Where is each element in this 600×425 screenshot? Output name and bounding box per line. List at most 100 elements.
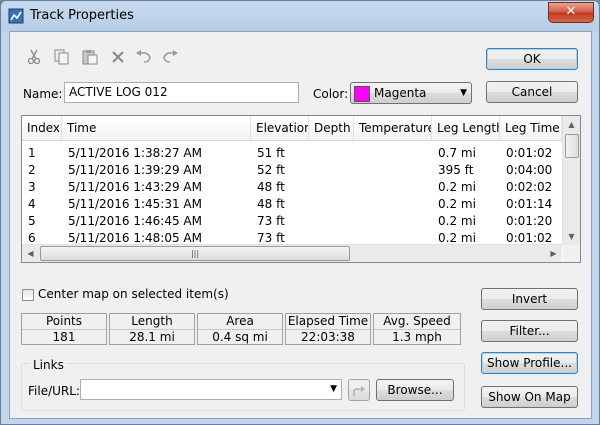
cell-time: 5/11/2016 1:46:45 AM <box>68 214 202 228</box>
cell-depth <box>309 179 354 196</box>
cell-temperature <box>354 145 432 162</box>
column-header-leg-time[interactable]: Leg Time <box>500 116 562 140</box>
show-profile-button[interactable]: Show Profile... <box>481 352 578 374</box>
column-header-temperature[interactable]: Temperature <box>354 116 432 140</box>
browse-button[interactable]: Browse... <box>376 379 454 401</box>
table-row[interactable]: 2 5/11/2016 1:39:29 AM 52 ft 395 ft 0:04:00 <box>22 162 562 179</box>
cell-leg-time: 0:01:14 <box>506 197 553 211</box>
go-arrow-icon <box>353 386 365 396</box>
stat-length: Length 28.1 mi <box>109 313 195 345</box>
scroll-right-icon[interactable]: ▶ <box>545 245 562 262</box>
cell-leg-length: 0.2 mi <box>438 214 476 228</box>
cell-leg-time: 0:02:02 <box>506 180 553 194</box>
cell-index: 5 <box>28 214 36 228</box>
table-row[interactable]: 4 5/11/2016 1:45:31 AM 48 ft 0.2 mi 0:01:14 <box>22 196 562 213</box>
title-bar[interactable]: Track Properties ✕ <box>1 1 599 31</box>
stat-header: Area <box>198 314 282 330</box>
stat-value: 1.3 mph <box>392 330 442 344</box>
column-header-time[interactable]: Time <box>62 116 251 140</box>
stat-header: Length <box>110 314 194 330</box>
table-header: Index Time Elevation Depth Temperature L… <box>22 116 562 141</box>
cell-leg-time: 0:04:00 <box>506 163 553 177</box>
table-row[interactable]: 5 5/11/2016 1:46:45 AM 73 ft 0.2 mi 0:01:20 <box>22 213 562 230</box>
cell-elevation: 51 ft <box>257 146 285 160</box>
file-url-input[interactable]: ▼ <box>80 379 342 400</box>
cell-elevation: 48 ft <box>257 180 285 194</box>
cell-elevation: 48 ft <box>257 197 285 211</box>
undo-icon[interactable] <box>134 49 154 69</box>
window-title: Track Properties <box>30 8 134 23</box>
cell-leg-time: 0:01:20 <box>506 214 553 228</box>
stat-elapsed-time: Elapsed Time 22:03:38 <box>285 313 371 345</box>
cell-index: 4 <box>28 197 36 211</box>
stat-value: 0.4 sq mi <box>212 330 268 344</box>
cell-leg-length: 0.2 mi <box>438 180 476 194</box>
open-link-button[interactable] <box>348 379 370 401</box>
name-label: Name: <box>23 87 63 101</box>
center-map-checkbox[interactable] <box>22 289 34 301</box>
cell-temperature <box>354 179 432 196</box>
track-statistics: Points 181 Length 28.1 mi Area 0.4 sq mi… <box>21 313 469 345</box>
cell-depth <box>309 196 354 213</box>
cell-elevation: 73 ft <box>257 214 285 228</box>
cell-time: 5/11/2016 1:43:29 AM <box>68 180 202 194</box>
stat-value: 22:03:38 <box>301 330 355 344</box>
table-row[interactable]: 1 5/11/2016 1:38:27 AM 51 ft 0.7 mi 0:01:02 <box>22 145 562 162</box>
horizontal-scrollbar[interactable]: ◀ ||| ▶ <box>22 244 562 262</box>
track-app-icon <box>8 8 24 24</box>
invert-button[interactable]: Invert <box>481 288 578 310</box>
cell-index: 3 <box>28 180 36 194</box>
stat-value: 181 <box>52 330 76 344</box>
stat-avg-speed: Avg. Speed 1.3 mph <box>373 313 461 345</box>
cell-index: 2 <box>28 163 36 177</box>
stat-area: Area 0.4 sq mi <box>197 313 283 345</box>
cell-leg-length: 395 ft <box>438 163 474 177</box>
cell-temperature <box>354 213 432 230</box>
redo-icon[interactable] <box>160 49 180 69</box>
file-url-dropdown-icon[interactable]: ▼ <box>330 381 337 398</box>
links-group-label: Links <box>30 358 67 372</box>
cell-elevation: 52 ft <box>257 163 285 177</box>
stat-header: Points <box>22 314 106 330</box>
cell-time: 5/11/2016 1:38:27 AM <box>68 146 202 160</box>
color-label: Color: <box>313 87 349 101</box>
cell-temperature <box>354 196 432 213</box>
cell-leg-length: 0.7 mi <box>438 146 476 160</box>
stat-header: Avg. Speed <box>374 314 460 330</box>
cell-time: 5/11/2016 1:39:29 AM <box>68 163 202 177</box>
chevron-down-icon: ▼ <box>460 88 467 98</box>
paste-icon[interactable] <box>80 49 100 69</box>
copy-icon[interactable] <box>52 49 72 69</box>
cancel-button[interactable]: Cancel <box>486 81 578 103</box>
vertical-scroll-thumb[interactable] <box>565 134 579 158</box>
column-header-leg-length[interactable]: Leg Length <box>432 116 500 140</box>
cell-time: 5/11/2016 1:45:31 AM <box>68 197 202 211</box>
scroll-left-icon[interactable]: ◀ <box>22 245 39 262</box>
color-dropdown[interactable]: Magenta ▼ <box>350 82 472 104</box>
track-points-table[interactable]: Index Time Elevation Depth Temperature L… <box>21 115 581 263</box>
delete-icon[interactable] <box>108 49 128 69</box>
column-header-index[interactable]: Index <box>22 116 62 140</box>
name-input[interactable]: ACTIVE LOG 012 <box>64 82 299 103</box>
scroll-up-icon[interactable]: ▲ <box>563 116 580 133</box>
show-on-map-button[interactable]: Show On Map <box>481 386 578 408</box>
ok-button[interactable]: OK <box>486 48 578 70</box>
center-map-label: Center map on selected item(s) <box>38 287 229 301</box>
cell-depth <box>309 145 354 162</box>
horizontal-scroll-thumb[interactable]: ||| <box>40 246 350 261</box>
filter-button[interactable]: Filter... <box>481 320 578 342</box>
column-header-depth[interactable]: Depth <box>309 116 354 140</box>
color-swatch <box>354 86 370 102</box>
cell-leg-time: 0:01:02 <box>506 146 553 160</box>
cell-depth <box>309 162 354 179</box>
cell-temperature <box>354 162 432 179</box>
column-header-elevation[interactable]: Elevation <box>251 116 309 140</box>
cell-leg-length: 0.2 mi <box>438 197 476 211</box>
cell-depth <box>309 213 354 230</box>
close-button[interactable]: ✕ <box>548 2 594 23</box>
vertical-scrollbar[interactable]: ▲ ▼ <box>562 116 580 245</box>
file-url-label: File/URL: <box>28 384 80 398</box>
table-row[interactable]: 3 5/11/2016 1:43:29 AM 48 ft 0.2 mi 0:02:02 <box>22 179 562 196</box>
scroll-down-icon[interactable]: ▼ <box>563 228 580 245</box>
cut-icon[interactable] <box>24 49 44 69</box>
